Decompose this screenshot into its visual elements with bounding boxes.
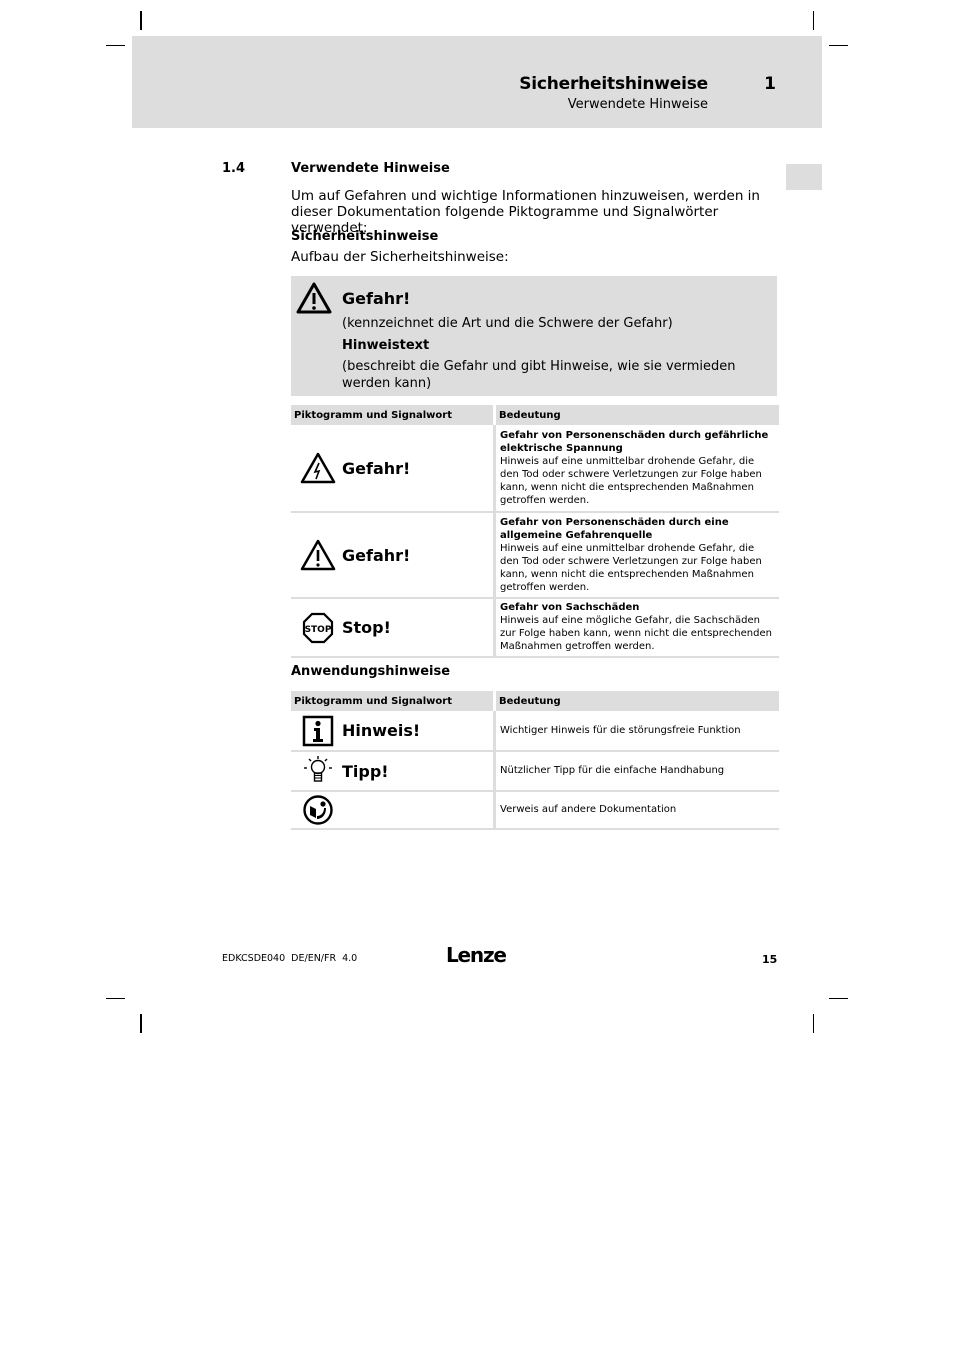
meaning-title: Gefahr von Sachschäden bbox=[500, 602, 640, 613]
safety-heading: Sicherheitshinweise bbox=[291, 229, 439, 244]
safety-structure-label: Aufbau der Sicherheitshinweise: bbox=[291, 249, 509, 265]
document-id: EDKCSDE040 DE/EN/FR 4.0 bbox=[222, 953, 358, 964]
column-header-meaning: Bedeutung bbox=[494, 405, 779, 425]
electric-hazard-icon bbox=[296, 452, 340, 484]
info-icon bbox=[296, 715, 340, 747]
lightbulb-icon bbox=[296, 755, 340, 787]
meaning-text: Nützlicher Tipp für die einfache Handhab… bbox=[494, 751, 779, 792]
hint-text-label: Hinweistext bbox=[342, 338, 430, 353]
meaning-title: Gefahr von Personenschäden durch gefährl… bbox=[500, 429, 769, 454]
safety-signal-table: Piktogramm und Signalwort Bedeutung Gefa… bbox=[291, 405, 779, 658]
chapter-tab-marker bbox=[786, 164, 822, 190]
meaning-text: Wichtiger Hinweis für die störungsfreie … bbox=[494, 711, 779, 752]
lenze-logo: Lenze bbox=[446, 943, 507, 967]
column-header-meaning: Bedeutung bbox=[494, 691, 779, 711]
column-header-pictogram: Piktogramm und Signalwort bbox=[291, 405, 496, 425]
general-hazard-icon bbox=[296, 539, 340, 571]
svg-text:STOP: STOP bbox=[305, 625, 332, 635]
crop-mark bbox=[140, 1014, 142, 1033]
reference-docs-icon bbox=[296, 794, 340, 826]
section-title: Verwendete Hinweise bbox=[291, 161, 450, 176]
table-header-row: Piktogramm und Signalwort Bedeutung bbox=[291, 405, 779, 425]
crop-mark bbox=[813, 1014, 814, 1033]
chapter-title: Sicherheitshinweise bbox=[519, 74, 708, 94]
page-header: Sicherheitshinweise 1 Verwendete Hinweis… bbox=[132, 36, 822, 128]
meaning-text: Verweis auf andere Dokumentation bbox=[494, 791, 779, 830]
crop-mark bbox=[106, 45, 125, 46]
stop-sign-icon: STOP bbox=[296, 612, 340, 644]
meaning-text: Hinweis auf eine unmittelbar drohende Ge… bbox=[500, 455, 762, 506]
table-row: Verweis auf andere Dokumentation bbox=[291, 791, 779, 830]
table-row: Tipp! Nützlicher Tipp für die einfache H… bbox=[291, 751, 779, 792]
crop-mark bbox=[829, 45, 848, 46]
crop-mark bbox=[106, 998, 125, 999]
table-row: Hinweis! Wichtiger Hinweis für die störu… bbox=[291, 711, 779, 752]
signal-word: Gefahr! bbox=[342, 458, 411, 478]
application-heading: Anwendungshinweise bbox=[291, 664, 451, 679]
crop-mark bbox=[140, 11, 142, 30]
meaning-text: Hinweis auf eine mögliche Gefahr, die Sa… bbox=[500, 615, 772, 652]
meaning-text: Hinweis auf eine unmittelbar drohende Ge… bbox=[500, 542, 762, 593]
safety-structure-box: Gefahr! (kennzeichnet die Art und die Sc… bbox=[291, 276, 777, 396]
signal-word: Stop! bbox=[342, 618, 391, 637]
signal-word: Hinweis! bbox=[342, 721, 421, 740]
page-number: 15 bbox=[762, 953, 778, 966]
table-row: Gefahr! Gefahr von Personenschäden durch… bbox=[291, 512, 779, 599]
signal-word: Tipp! bbox=[342, 761, 389, 781]
chapter-number: 1 bbox=[764, 74, 776, 94]
table-row: Gefahr! Gefahr von Personenschäden durch… bbox=[291, 425, 779, 513]
crop-mark bbox=[813, 11, 814, 30]
application-signal-table: Piktogramm und Signalwort Bedeutung Hinw… bbox=[291, 691, 779, 830]
hint-text-description: (beschreibt die Gefahr und gibt Hinweise… bbox=[342, 359, 736, 391]
hazard-type-text: (kennzeichnet die Art und die Schwere de… bbox=[342, 316, 673, 331]
signal-word: Gefahr! bbox=[342, 545, 411, 565]
signal-word: Gefahr! bbox=[342, 289, 411, 308]
crop-mark bbox=[829, 998, 848, 999]
section-number: 1.4 bbox=[222, 161, 246, 176]
meaning-title: Gefahr von Personenschäden durch eine al… bbox=[500, 516, 729, 541]
table-row: STOP Stop! Gefahr von Sachschäden Hinwei… bbox=[291, 598, 779, 658]
table-header-row: Piktogramm und Signalwort Bedeutung bbox=[291, 691, 779, 711]
column-header-pictogram: Piktogramm und Signalwort bbox=[291, 691, 496, 711]
section-subtitle: Verwendete Hinweise bbox=[567, 97, 708, 112]
warning-triangle-icon bbox=[296, 282, 332, 318]
